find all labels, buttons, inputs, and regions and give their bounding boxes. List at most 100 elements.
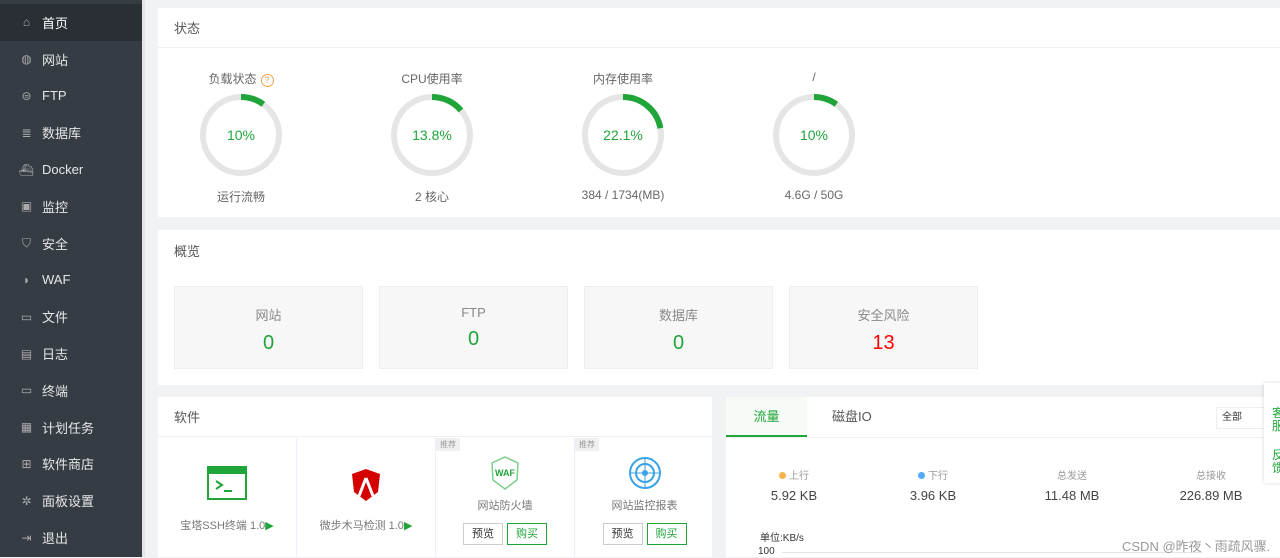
sidebar-item[interactable]: ⛉ 安全 — [0, 225, 142, 262]
sidebar: ⌂ 首页 ◍ 网站 ⊜ FTP ≣ 数据库 ⛴ Docker ▣ 监控 ⛉ 安全 ◗ WAF ▭ 文件 ▤ 日志 ▭ 终端… — [0, 0, 145, 557]
overview-label: 网站 — [255, 308, 282, 323]
waf-icon: ◗ — [22, 272, 31, 287]
logout-icon: ⇥ — [21, 530, 32, 545]
tab-disk-io[interactable]: 磁盘IO — [832, 397, 872, 437]
sidebar-item-label: 退出 — [42, 531, 69, 547]
gauge-label: 负载状态 — [208, 72, 257, 86]
globe-icon: ◍ — [21, 52, 32, 67]
sidebar-item-label: 安全 — [42, 236, 69, 252]
apps-icon: ⊞ — [21, 456, 32, 471]
sidebar-item[interactable]: ⛴ Docker — [0, 151, 142, 188]
gauge-ring: 22.1% — [582, 94, 664, 176]
gauge[interactable]: 内存使用率 22.1% 384 / 1734(MB) — [563, 70, 683, 202]
overview-label: FTP — [461, 305, 486, 320]
legend-dot — [918, 472, 925, 479]
feedback-button[interactable]: 反馈 — [1272, 435, 1280, 483]
gauge-sub: 4.6G / 50G — [784, 188, 844, 202]
overview-item[interactable]: 数据库 0 — [584, 286, 773, 369]
sidebar-item-label: 网站 — [42, 52, 69, 68]
gauge-label: 内存使用率 — [592, 72, 653, 86]
gauge-value: 22.1% — [603, 127, 643, 143]
gauge-value: 10% — [800, 127, 828, 143]
sidebar-item[interactable]: ▭ 终端 — [0, 372, 142, 409]
sidebar-item[interactable]: ⊞ 软件商店 — [0, 446, 142, 483]
software-title: 软件 — [158, 397, 712, 437]
watermark: CSDN @昨夜丶雨疏风骤. — [1122, 539, 1271, 554]
sidebar-item-label: 日志 — [42, 347, 69, 363]
y-tick: 100 — [758, 546, 775, 557]
status-card: 状态 负载状态? 10% 运行流畅 CPU使用率 13.8% 2 核心 内存使用率 … — [158, 8, 1280, 217]
chart-unit: 单位:KB/s — [760, 533, 804, 544]
sidebar-item-label: WAF — [42, 272, 71, 288]
software-item[interactable]: 微步木马检测 1.0▶ — [297, 438, 436, 558]
home-icon: ⌂ — [22, 15, 31, 30]
software-item[interactable]: 宝塔SSH终端 1.0▶ — [158, 438, 297, 558]
software-item: 推荐 WAF 网站防火墙 预览 购买 — [436, 438, 575, 558]
overview-label: 安全风险 — [857, 308, 910, 323]
terminal-icon — [207, 466, 247, 500]
gauge-ring: 10% — [200, 94, 282, 176]
traffic-stat: 下行 3.96 KB — [873, 467, 993, 503]
gauge[interactable]: / 10% 4.6G / 50G — [754, 70, 874, 202]
overview-value: 13 — [872, 332, 895, 354]
log-icon: ▤ — [20, 346, 33, 361]
stat-label: 总接收 — [1196, 471, 1226, 482]
service-button[interactable]: 客服 — [1272, 393, 1280, 435]
preview-button[interactable]: 预览 — [602, 523, 643, 545]
sidebar-item-label: 软件商店 — [42, 457, 95, 473]
sidebar-item[interactable]: ✲ 面板设置 — [0, 482, 142, 519]
sidebar-item-label: Docker — [42, 162, 84, 178]
sidebar-item[interactable]: ⇥ 退出 — [0, 519, 142, 556]
buy-button[interactable]: 购买 — [646, 523, 687, 545]
traffic-stat: 总接收 226.89 MB — [1151, 467, 1271, 503]
gauge[interactable]: CPU使用率 13.8% 2 核心 — [372, 70, 492, 205]
gauge-value: 10% — [227, 127, 255, 143]
float-widget: 客服 反馈 — [1264, 383, 1280, 483]
stat-value: 11.48 MB — [1044, 488, 1100, 503]
preview-button[interactable]: 预览 — [463, 523, 503, 545]
waf-icon: WAF — [491, 456, 519, 490]
software-name: 宝塔SSH终端 1.0 — [180, 520, 266, 532]
traffic-stat: 上行 5.92 KB — [734, 467, 854, 503]
software-item: 推荐 网站监控报表 预览 购买 — [575, 438, 714, 558]
overview-value: 0 — [467, 328, 480, 350]
calendar-icon: ▦ — [20, 420, 33, 435]
sidebar-item[interactable]: ▣ 监控 — [0, 188, 142, 225]
sidebar-item[interactable]: ▦ 计划任务 — [0, 409, 142, 446]
sidebar-item[interactable]: ▤ 日志 — [0, 335, 142, 372]
sidebar-item[interactable]: ⌂ 首页 — [0, 4, 142, 41]
software-card: 软件 宝塔SSH终端 1.0▶ 微步木马检测 1.0▶ 推荐 WAF 网站防火墙… — [158, 397, 714, 558]
overview-item[interactable]: 安全风险 13 — [789, 286, 978, 369]
sidebar-item-label: FTP — [42, 88, 67, 104]
gauge-sub: 384 / 1734(MB) — [581, 188, 665, 202]
sidebar-item-label: 数据库 — [42, 126, 82, 142]
sidebar-item-label: 首页 — [42, 15, 69, 31]
sidebar-item[interactable]: ⊜ FTP — [0, 78, 142, 115]
monitor-icon: ▣ — [20, 199, 33, 214]
sidebar-item[interactable]: ≣ 数据库 — [0, 114, 142, 151]
sidebar-item-label: 文件 — [42, 310, 69, 326]
help-icon[interactable]: ? — [260, 74, 274, 87]
gauge-value: 13.8% — [412, 127, 452, 143]
buy-button[interactable]: 购买 — [507, 523, 547, 545]
gauge[interactable]: 负载状态? 10% 运行流畅 — [181, 70, 301, 205]
ftp-icon: ⊜ — [21, 88, 32, 103]
overview-label: 数据库 — [658, 308, 698, 323]
trojan-detect-icon — [352, 469, 380, 501]
tab-traffic[interactable]: 流量 — [726, 397, 807, 437]
sidebar-item-label: 终端 — [42, 383, 69, 399]
overview-item[interactable]: 网站 0 — [174, 286, 363, 369]
software-name: 微步木马检测 1.0 — [319, 520, 404, 532]
overview-value: 0 — [672, 332, 685, 354]
gear-icon: ✲ — [21, 493, 32, 508]
software-name: 网站监控报表 — [611, 500, 678, 512]
gauge-label: CPU使用率 — [401, 72, 463, 86]
status-title: 状态 — [158, 8, 1280, 48]
overview-title: 概览 — [174, 243, 201, 259]
sidebar-item[interactable]: ◍ 网站 — [0, 41, 142, 78]
overview-item[interactable]: FTP 0 — [379, 286, 568, 369]
sidebar-item[interactable]: ▭ 文件 — [0, 298, 142, 335]
sidebar-item[interactable]: ◗ WAF — [0, 262, 142, 299]
stat-value: 3.96 KB — [909, 488, 957, 503]
traffic-card: 流量 磁盘IO 全部 上行 5.92 KB 下行 3.96 KB 总发送 11.48 MB… — [726, 397, 1280, 557]
